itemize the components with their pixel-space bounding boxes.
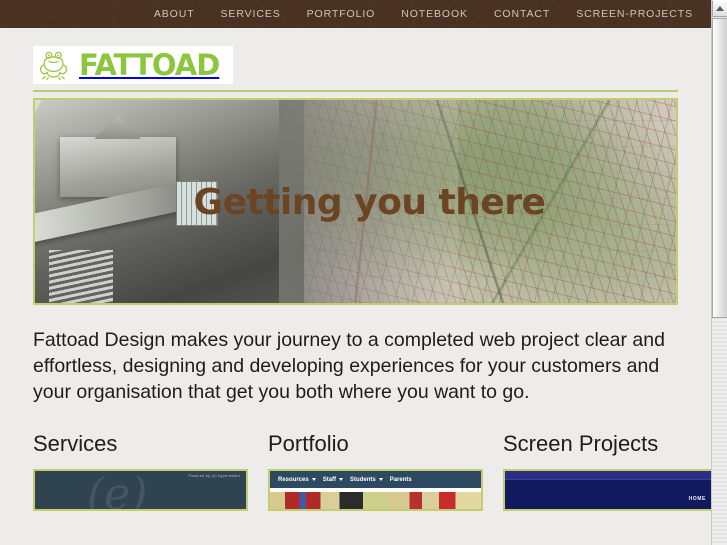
site-header: FATTOAD	[33, 28, 678, 84]
thumbnail-caption: Powered by (e) hypermedia	[188, 474, 240, 478]
thumb-nav-resources: Resources	[278, 477, 316, 483]
nav-item-portfolio[interactable]: PORTFOLIO	[294, 0, 389, 28]
scroll-up-arrow-icon	[716, 6, 724, 11]
nav-item-contact[interactable]: CONTACT	[481, 0, 563, 28]
page-content: FATTOAD Getting you there Fattoad Design…	[0, 28, 718, 545]
e-watermark: (e)	[87, 469, 148, 511]
scrollbar-thumb[interactable]	[712, 18, 727, 318]
thumb-nav-parents-label: Parents	[389, 476, 412, 483]
thumbnail-home-label: HOME	[688, 496, 706, 502]
thumb-nav-students-label: Students	[350, 476, 376, 483]
top-navigation-bar: ABOUT SERVICES PORTFOLIO NOTEBOOK CONTAC…	[0, 0, 711, 28]
column-title-portfolio: Portfolio	[268, 431, 349, 456]
nav-item-services[interactable]: SERVICES	[208, 0, 294, 28]
scroll-up-button[interactable]	[712, 0, 727, 17]
nav-item-notebook[interactable]: NOTEBOOK	[388, 0, 481, 28]
thumb-nav-resources-label: Resources	[278, 476, 309, 483]
hero-banner[interactable]: Getting you there	[33, 98, 678, 305]
nav-item-screen-projects[interactable]: SCREEN-PROJECTS	[563, 0, 706, 28]
column-portfolio: Portfolio Resources Staff Students Paren…	[268, 431, 483, 511]
browser-viewport: ABOUT SERVICES PORTFOLIO NOTEBOOK CONTAC…	[0, 0, 727, 545]
intro-paragraph: Fattoad Design makes your journey to a c…	[33, 329, 665, 403]
thumb-nav-parents: Parents	[390, 477, 412, 483]
chevron-down-icon	[311, 478, 316, 481]
chevron-down-icon	[339, 478, 344, 481]
site-logo-link[interactable]: FATTOAD	[33, 46, 234, 84]
portfolio-thumbnail[interactable]: Resources Staff Students Parents	[268, 469, 483, 511]
column-title-screen-projects: Screen Projects	[503, 431, 659, 456]
thumbnail-nav-bar: Resources Staff Students Parents	[270, 471, 481, 488]
services-thumbnail[interactable]: (e) Powered by (e) hypermedia	[33, 469, 248, 511]
hero-title: Getting you there	[193, 182, 546, 223]
column-screen-projects: Screen Projects HOME	[503, 431, 718, 511]
feature-columns: Services (e) Powered by (e) hypermedia P…	[33, 431, 718, 511]
logo-wordmark: FATTOAD	[79, 47, 220, 82]
thumbnail-top-band	[505, 471, 716, 480]
thumb-nav-staff-label: Staff	[322, 476, 337, 483]
screen-projects-thumbnail[interactable]: HOME	[503, 469, 718, 511]
frog-icon	[39, 51, 68, 81]
header-divider	[33, 90, 678, 92]
chevron-down-icon	[378, 478, 383, 481]
thumb-nav-students: Students	[350, 477, 383, 483]
nav-item-about[interactable]: ABOUT	[141, 0, 208, 28]
column-title-services: Services	[33, 431, 118, 456]
column-services: Services (e) Powered by (e) hypermedia	[33, 431, 248, 511]
hero-stairs-shape	[49, 250, 113, 303]
vertical-scrollbar[interactable]	[711, 0, 727, 545]
thumb-nav-staff: Staff	[322, 476, 344, 483]
thumbnail-photo-collage	[270, 492, 481, 509]
